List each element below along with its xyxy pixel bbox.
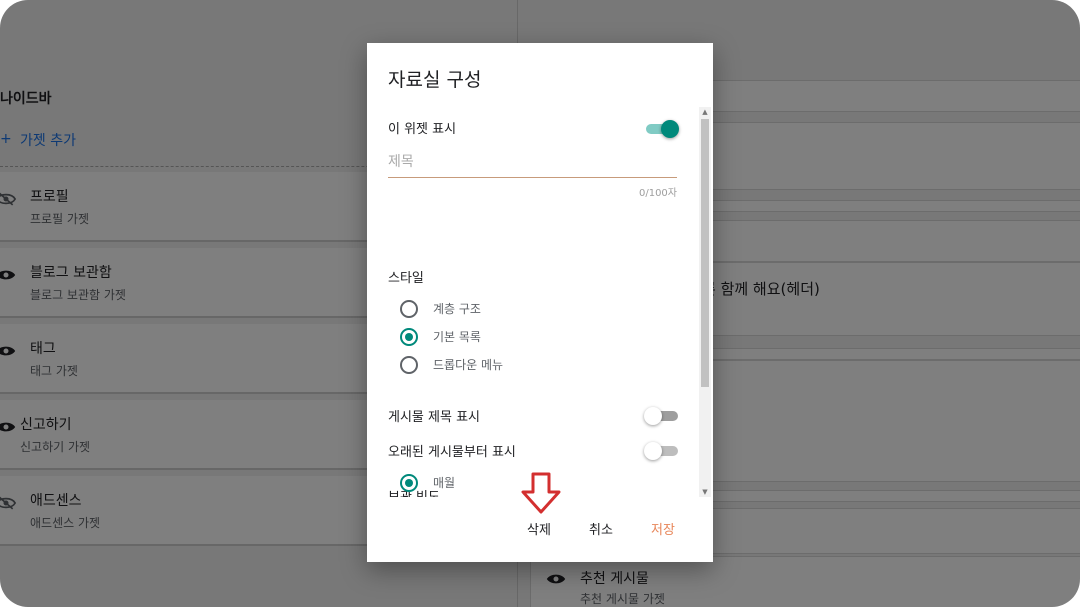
delete-button[interactable]: 삭제: [521, 515, 557, 542]
show-post-titles-toggle[interactable]: [644, 405, 678, 425]
oldest-first-toggle[interactable]: [644, 440, 678, 460]
style-option-label[interactable]: 기본 목록: [433, 328, 481, 345]
style-radio-dropdown[interactable]: [400, 356, 418, 374]
frequency-option-label[interactable]: 매월: [433, 474, 455, 491]
archive-config-dialog: 자료실 구성 이 위젯 표시 0/100자 스타일 계층 구조 기본 목록 드롭…: [367, 43, 713, 562]
style-option-label[interactable]: 계층 구조: [433, 300, 481, 317]
frequency-radio-monthly[interactable]: [400, 474, 418, 492]
show-post-titles-label: 게시물 제목 표시: [388, 410, 480, 425]
title-field[interactable]: [388, 151, 677, 178]
save-button[interactable]: 저장: [645, 515, 681, 542]
show-widget-label: 이 위젯 표시: [388, 122, 457, 137]
dialog-title: 자료실 구성: [388, 69, 482, 91]
scroll-down-icon[interactable]: ▼: [701, 487, 709, 497]
toggle-knob: [661, 120, 679, 138]
title-char-counter: 0/100자: [638, 188, 677, 199]
screen: 나이드바 + 가젯 추가 프로필 프로필 가젯 블로그 보관함 블로그 보관함 …: [0, 0, 1080, 607]
scrollbar-thumb[interactable]: [701, 119, 709, 387]
dialog-scroll-area[interactable]: 이 위젯 표시 0/100자 스타일 계층 구조 기본 목록 드롭다운 메뉴 게…: [367, 107, 713, 497]
title-input[interactable]: [388, 154, 677, 170]
scroll-up-icon[interactable]: ▲: [701, 107, 709, 117]
oldest-first-label: 오래된 게시물부터 표시: [388, 445, 516, 460]
style-option-label[interactable]: 드롭다운 메뉴: [433, 356, 503, 373]
style-label: 스타일: [388, 271, 424, 286]
style-radio-basic-list[interactable]: [400, 328, 418, 346]
toggle-knob: [644, 407, 662, 425]
style-radio-hierarchy[interactable]: [400, 300, 418, 318]
dialog-scrollbar[interactable]: ▲ ▼: [699, 107, 711, 497]
show-widget-toggle[interactable]: [646, 118, 679, 138]
cancel-button[interactable]: 취소: [583, 515, 619, 542]
annotation-arrow-down-icon: [521, 472, 561, 514]
toggle-knob: [644, 442, 662, 460]
